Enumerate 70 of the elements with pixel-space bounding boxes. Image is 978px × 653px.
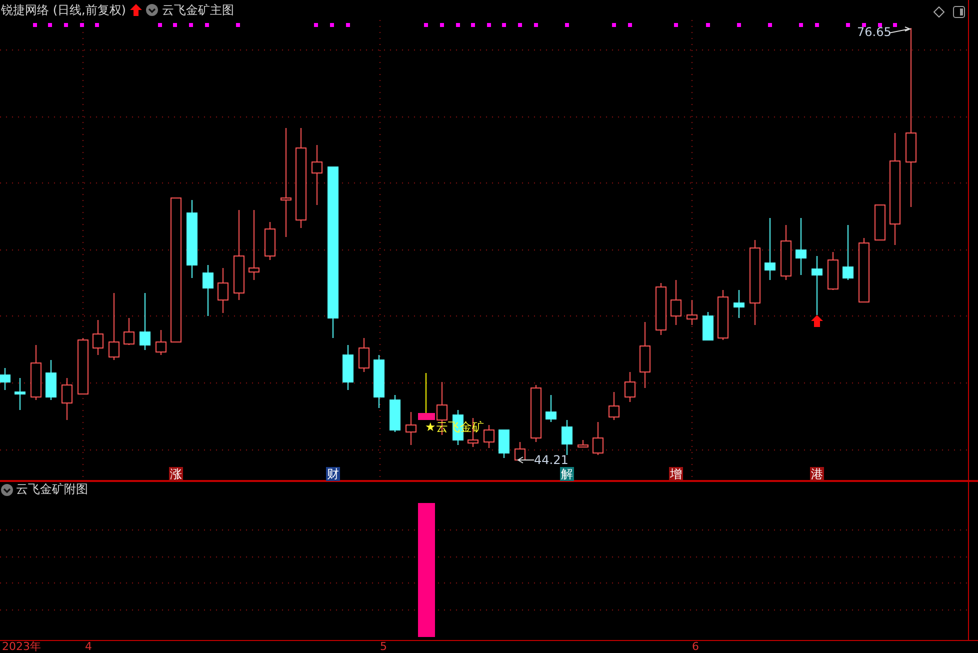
candlestick (46, 360, 56, 400)
candlestick (14, 378, 26, 410)
candlestick (624, 372, 636, 402)
candlestick (764, 218, 776, 280)
candlestick (734, 290, 744, 318)
candlestick (248, 210, 260, 280)
candlestick (124, 318, 134, 346)
security-title: 锐捷网络 (日线,前复权) (1, 2, 126, 18)
candlestick (358, 338, 370, 372)
candlestick (874, 204, 886, 240)
indicator-title: 云飞金矿主图 (162, 2, 234, 18)
candlestick (406, 412, 416, 446)
candlestick (156, 330, 166, 356)
candlestick (562, 420, 572, 456)
event-marker[interactable]: 港 (810, 467, 824, 481)
candlestick (812, 256, 822, 316)
candlestick (842, 224, 854, 280)
chevron-icon[interactable] (1, 484, 13, 496)
high-price-label: 76.65 (857, 25, 892, 39)
candlestick (312, 144, 322, 206)
candlestick (796, 218, 806, 276)
signal-candlestick (418, 372, 435, 420)
candlestick (514, 442, 526, 460)
candlestick (530, 384, 542, 442)
candlestick (858, 238, 870, 302)
candlestick (640, 322, 650, 388)
low-price-label: 44.21 (534, 453, 568, 467)
axis-label: 5 (380, 640, 387, 653)
axis-label: 4 (85, 640, 92, 653)
candlestick (670, 280, 682, 326)
candlestick (374, 354, 384, 408)
candlestick (342, 344, 354, 390)
chevron-icon[interactable] (146, 4, 158, 16)
axis-label: 6 (692, 640, 699, 653)
candlestick (30, 344, 42, 400)
candlestick (218, 268, 228, 314)
candlestick (264, 222, 276, 260)
candlestick (656, 282, 666, 336)
candlestick (780, 224, 792, 280)
event-marker[interactable]: 解 (560, 467, 574, 481)
candlestick (702, 312, 714, 340)
candlestick (546, 394, 556, 422)
up-arrow-icon (130, 4, 142, 16)
candlestick (390, 394, 400, 432)
candlestick (484, 424, 494, 448)
candlestick (718, 290, 728, 340)
candlestick (592, 422, 604, 456)
candlestick (62, 378, 72, 420)
candlestick (436, 382, 448, 436)
event-marker[interactable]: 财 (326, 467, 340, 481)
event-marker[interactable]: 涨 (169, 467, 183, 481)
candlestick (108, 292, 120, 360)
candlestick (578, 440, 588, 448)
candlestick (78, 338, 88, 394)
leader-arrow (888, 26, 912, 34)
sub-panel-title: 云飞金矿附图 (16, 481, 88, 498)
candlestick (498, 430, 510, 458)
leader-arrow (517, 456, 534, 464)
candlestick (828, 252, 838, 290)
axis-label: 2023年 (2, 640, 41, 653)
event-marker[interactable]: 增 (669, 467, 683, 481)
diamond-icon[interactable] (933, 6, 945, 18)
candlestick (0, 368, 10, 390)
candlestick (608, 392, 620, 420)
up-arrow-icon (811, 315, 823, 327)
candlestick (92, 320, 104, 356)
candlestick (686, 300, 698, 326)
candlestick (202, 264, 214, 316)
panel-toggle-icon[interactable] (953, 6, 965, 18)
candlestick (140, 292, 150, 350)
